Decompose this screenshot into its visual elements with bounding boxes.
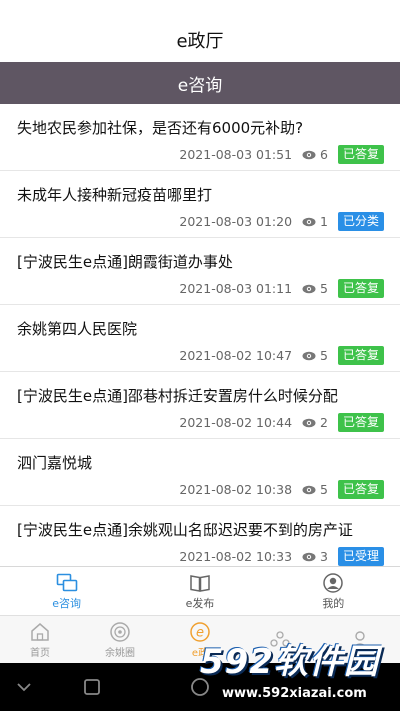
tab-yuyao-circle[interactable]: 余姚圈 — [80, 616, 160, 664]
section-header: e咨询 — [0, 62, 400, 104]
tab-label: 余姚圈 — [105, 648, 135, 659]
question-title: [宁波民生e点通]朗霞街道办事处 — [17, 253, 233, 271]
item-time: 2021-08-02 10:33 — [179, 549, 293, 564]
list-item[interactable]: [宁波民生e点通]余姚观山名邸迟迟要不到的房产证 2021-08-02 10:3… — [0, 506, 400, 566]
item-time: 2021-08-03 01:51 — [179, 147, 293, 162]
question-title: 余姚第四人民医院 — [17, 320, 138, 338]
question-title: 未成年人接种新冠疫苗哪里打 — [17, 186, 213, 204]
list-item[interactable]: 泗门嘉悦城 2021-08-02 10:38 5 已答复 — [0, 439, 400, 506]
view-count: 6 — [320, 147, 328, 162]
eye-icon — [302, 150, 316, 159]
view-count: 5 — [320, 348, 328, 363]
recent-apps-icon[interactable] — [82, 677, 102, 697]
item-meta: 2021-08-02 10:33 3 已受理 — [179, 547, 384, 566]
eye-icon — [302, 418, 316, 427]
eye-icon — [302, 552, 316, 561]
view-count: 1 — [320, 214, 328, 229]
question-title: 泗门嘉悦城 — [17, 454, 93, 472]
tab-label: e咨询 — [52, 596, 82, 610]
item-time: 2021-08-02 10:38 — [179, 482, 293, 497]
item-meta: 2021-08-03 01:20 1 已分类 — [179, 212, 384, 231]
section-tab-bar: e咨询 e发布 我的 — [0, 566, 400, 616]
eye-icon — [302, 485, 316, 494]
watermark-logo-text: 592软件园 — [200, 642, 379, 682]
list-item[interactable]: 未成年人接种新冠疫苗哪里打 2021-08-03 01:20 1 已分类 — [0, 171, 400, 238]
tab-home[interactable]: 首页 — [0, 616, 80, 664]
view-count: 2 — [320, 415, 328, 430]
tab-mine[interactable]: 我的 — [267, 567, 400, 616]
app-header: e政厅 — [0, 0, 400, 62]
status-badge: 已分类 — [337, 212, 384, 231]
item-time: 2021-08-02 10:44 — [179, 415, 293, 430]
book-icon — [190, 574, 210, 592]
item-meta: 2021-08-02 10:44 2 已答复 — [179, 413, 384, 432]
item-meta: 2021-08-03 01:51 6 已答复 — [179, 145, 384, 164]
question-title: [宁波民生e点通]邵巷村拆迁安置房什么时候分配 — [17, 387, 338, 405]
status-badge: 已答复 — [337, 145, 384, 164]
status-badge: 已受理 — [337, 547, 384, 566]
user-icon — [323, 572, 344, 593]
tab-label: e发布 — [185, 596, 215, 610]
tab-label: 首页 — [30, 648, 50, 659]
view-count: 3 — [320, 549, 328, 564]
question-title: [宁波民生e点通]余姚观山名邸迟迟要不到的房产证 — [17, 521, 353, 539]
tab-e-consult[interactable]: e咨询 — [0, 567, 133, 616]
eye-icon — [302, 284, 316, 293]
status-badge: 已答复 — [337, 279, 384, 298]
item-meta: 2021-08-03 01:11 5 已答复 — [179, 279, 384, 298]
circle-icon — [110, 622, 130, 642]
item-meta: 2021-08-02 10:47 5 已答复 — [179, 346, 384, 365]
item-time: 2021-08-03 01:20 — [179, 214, 293, 229]
item-time: 2021-08-03 01:11 — [179, 281, 293, 296]
tab-e-publish[interactable]: e发布 — [133, 567, 266, 616]
watermark-logo: 592软件园 www.592xiazai.com — [190, 630, 400, 711]
tab-label: 我的 — [322, 596, 345, 610]
item-time: 2021-08-02 10:47 — [179, 348, 293, 363]
item-meta: 2021-08-02 10:38 5 已答复 — [179, 480, 384, 499]
eye-icon — [302, 351, 316, 360]
question-title: 失地农民参加社保，是否还有6000元补助? — [17, 119, 304, 137]
home-icon — [31, 623, 49, 641]
list-item[interactable]: [宁波民生e点通]邵巷村拆迁安置房什么时候分配 2021-08-02 10:44… — [0, 372, 400, 439]
section-title: e咨询 — [177, 75, 223, 96]
question-list: 失地农民参加社保，是否还有6000元补助? 2021-08-03 01:51 6… — [0, 104, 400, 566]
view-count: 5 — [320, 482, 328, 497]
chevron-down-icon[interactable] — [14, 677, 34, 697]
status-badge: 已答复 — [337, 346, 384, 365]
list-item[interactable]: [宁波民生e点通]朗霞街道办事处 2021-08-03 01:11 5 已答复 — [0, 238, 400, 305]
list-item[interactable]: 余姚第四人民医院 2021-08-02 10:47 5 已答复 — [0, 305, 400, 372]
status-badge: 已答复 — [337, 413, 384, 432]
view-count: 5 — [320, 281, 328, 296]
status-badge: 已答复 — [337, 480, 384, 499]
watermark-url: www.592xiazai.com — [222, 686, 367, 701]
list-item[interactable]: 失地农民参加社保，是否还有6000元补助? 2021-08-03 01:51 6… — [0, 104, 400, 171]
chat-icon — [56, 573, 77, 591]
eye-icon — [302, 217, 316, 226]
page-title: e政厅 — [176, 31, 224, 52]
